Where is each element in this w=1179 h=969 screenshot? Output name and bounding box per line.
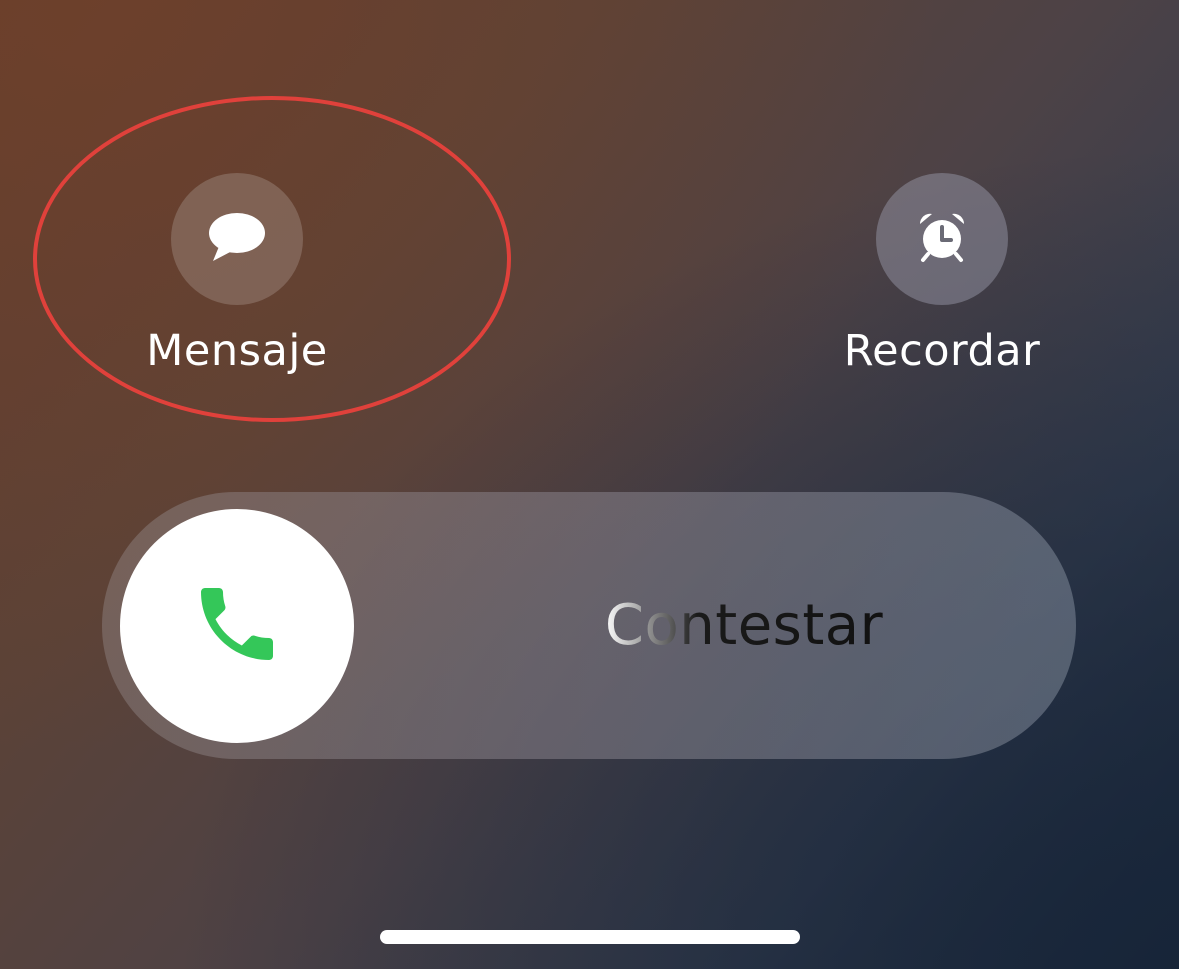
remind-me-action[interactable]: Recordar [782,173,1102,383]
message-button[interactable] [171,173,303,305]
answer-slider-knob[interactable] [120,509,354,743]
home-indicator[interactable] [380,930,800,944]
remind-me-button[interactable] [876,173,1008,305]
alarm-clock-icon [916,211,968,267]
message-label: Mensaje [146,326,328,376]
remind-me-label: Recordar [843,326,1041,376]
answer-slider[interactable]: Contestar [102,492,1076,759]
message-bubble-icon [207,211,267,267]
message-action[interactable]: Mensaje [77,173,397,383]
answer-slider-label: Contestar [452,492,1036,759]
phone-icon [189,576,285,676]
